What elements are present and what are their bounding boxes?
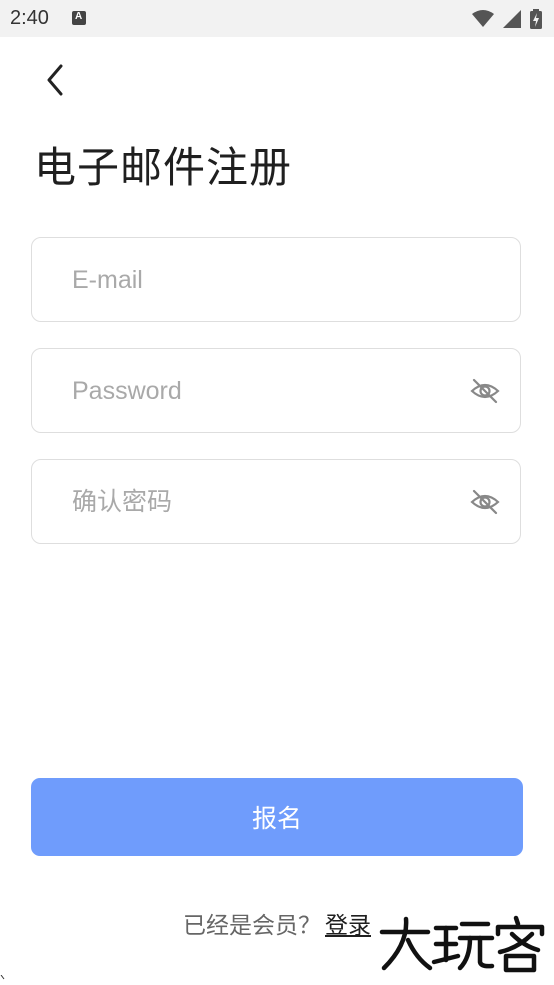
status-time: 2:40 [10,7,49,29]
login-link[interactable]: 登录 [325,913,371,939]
login-prompt-text: 已经是会员？ [183,913,321,939]
wifi-icon [471,9,494,27]
password-field[interactable] [70,349,454,434]
confirm-password-visibility-toggle[interactable] [470,488,500,516]
eye-off-icon [470,489,500,515]
email-field-box[interactable] [31,237,521,323]
edge-mark [0,975,5,980]
register-button[interactable]: 报名 [31,778,523,856]
status-bar: 2:40 [0,0,554,37]
password-field-box[interactable] [31,348,521,434]
watermark-logo [379,915,545,973]
back-button[interactable] [38,62,72,98]
confirm-password-field-box[interactable] [31,459,521,545]
confirm-password-field[interactable] [70,460,454,545]
a-notification-icon [72,11,86,25]
eye-off-icon [470,378,500,404]
email-field[interactable] [70,238,454,323]
status-icons [468,8,542,29]
battery-icon [530,8,542,29]
chevron-left-icon [47,64,63,96]
signal-icon [502,9,521,28]
password-visibility-toggle[interactable] [470,377,500,405]
page-title: 电子邮件注册 [34,143,293,192]
